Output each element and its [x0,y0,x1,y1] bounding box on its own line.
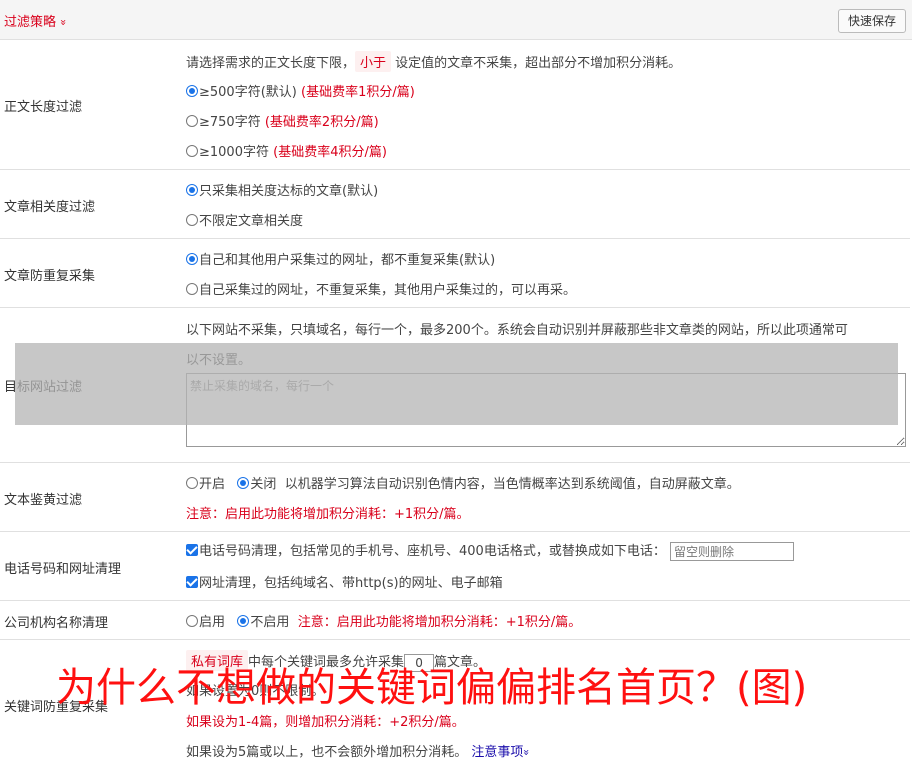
org-off-option[interactable]: 不启用 [237,615,289,630]
radio-1000-icon[interactable] [186,145,198,157]
relevance-option-any[interactable]: 不限定文章相关度 [186,210,303,229]
porn-filter-desc: 以机器学习算法自动识别色情内容，当色情概率达到系统阈值，自动屏蔽文章。 [284,477,740,492]
porn-filter-label: 文本鉴黄过滤 [4,493,83,508]
radio-porn-off-icon[interactable] [237,477,250,489]
phone-clean-option: 电话号码清理，包括常见的手机号、座机号、400电话格式，或替换成如下电话： [186,540,794,561]
phone-clean-row: 电话号码和网址清理 电话号码清理，包括常见的手机号、座机号、400电话格式，或替… [0,532,910,601]
porn-filter-options: 开启 关闭 以机器学习算法自动识别色情内容，当色情概率达到系统阈值，自动屏蔽文章… [186,473,740,492]
phone-clean-checkbox[interactable] [186,544,198,556]
org-clean-options: 启用 不启用 注意：启用此功能将增加积分消耗：+1积分/篇。 [186,611,581,630]
url-clean-option: 网址清理，包括纯域名、带http(s)的网址、电子邮箱 [186,572,503,591]
org-clean-row: 公司机构名称清理 启用 不启用 注意：启用此功能将增加积分消耗：+1积分/篇。 [0,601,910,640]
radio-strict-icon[interactable] [186,184,198,196]
length-option-500[interactable]: ≥500字符(默认) (基础费率1积分/篇) [186,81,415,100]
radio-any-icon[interactable] [186,214,198,226]
duplicate-filter-label: 文章防重复采集 [4,269,96,284]
length-filter-desc: 请选择需求的正文长度下限， 小于 设定值的文章不采集，超出部分不增加积分消耗。 [186,51,681,72]
radio-org-on-icon[interactable] [186,615,198,627]
url-clean-checkbox[interactable] [186,576,198,588]
keyword-dedup-line1: 私有词库 中每个关键词最多允许采集 0 篇文章。 [186,650,486,672]
keyword-dedup-note: 如果设为1-4篇，则增加积分消耗：+2积分/篇。 [186,715,465,730]
replacement-phone-input[interactable] [669,542,794,561]
keyword-dedup-label: 关键词防重复采集 [4,700,109,715]
site-filter-row: 目标网站过滤 以下网站不采集，只填域名，每行一个，最多200个。系统会自动识别并… [0,308,910,463]
less-than-tag: 小于 [355,51,392,72]
section-title[interactable]: 过滤策略» [4,11,70,30]
keyword-dedup-line4: 如果设为5篇或以上，也不会额外增加积分消耗。 注意事项» [186,745,534,760]
section-title-text: 过滤策略 [4,15,57,30]
chevron-down-icon: » [520,749,534,756]
length-option-750[interactable]: ≥750字符 (基础费率2积分/篇) [186,111,379,130]
org-on-option[interactable]: 启用 [186,615,225,630]
org-clean-note: 注意：启用此功能将增加积分消耗：+1积分/篇。 [297,615,582,630]
site-filter-label: 目标网站过滤 [4,380,83,395]
duplicate-option-global[interactable]: 自己和其他用户采集过的网址，都不重复采集(默认) [186,249,495,268]
porn-filter-row: 文本鉴黄过滤 开启 关闭 以机器学习算法自动识别色情内容，当色情概率达到系统阈值… [0,463,910,532]
length-filter-label: 正文长度过滤 [4,100,83,115]
porn-on-option[interactable]: 开启 [186,477,225,492]
private-lexicon-tag[interactable]: 私有词库 [186,650,249,671]
relevance-filter-row: 文章相关度过滤 只采集相关度达标的文章(默认) 不限定文章相关度 [0,170,910,239]
blocked-domains-textarea[interactable] [186,373,906,447]
duplicate-filter-row: 文章防重复采集 自己和其他用户采集过的网址，都不重复采集(默认) 自己采集过的网… [0,239,910,308]
porn-filter-note: 注意：启用此功能将增加积分消耗：+1积分/篇。 [186,507,470,522]
keyword-dedup-row: 关键词防重复采集 私有词库 中每个关键词最多允许采集 0 篇文章。 如果设置为0则不限… [0,640,910,768]
max-articles-input[interactable]: 0 [404,653,435,672]
chevron-down-icon: » [56,19,70,26]
radio-org-off-icon[interactable] [237,615,250,627]
site-filter-desc-1: 以下网站不采集，只填域名，每行一个，最多200个。系统会自动识别并屏蔽那些非文章… [186,323,848,338]
relevance-filter-label: 文章相关度过滤 [4,200,96,215]
duplicate-option-self[interactable]: 自己采集过的网址，不重复采集，其他用户采集过的，可以再采。 [186,279,576,298]
relevance-option-strict[interactable]: 只采集相关度达标的文章(默认) [186,180,378,199]
radio-750-icon[interactable] [186,115,198,127]
length-option-1000[interactable]: ≥1000字符 (基础费率4积分/篇) [186,141,387,160]
phone-clean-label: 电话号码和网址清理 [4,562,122,577]
radio-500-icon[interactable] [186,85,198,97]
porn-off-option[interactable]: 关闭 [237,477,276,492]
radio-self-icon[interactable] [186,283,198,295]
filter-strategy-header: 过滤策略» 快速保存 [0,0,912,40]
site-filter-desc-2: 以不设置。 [186,353,252,368]
keyword-dedup-line2: 如果设置为0则不限制。 [186,684,325,699]
length-filter-row: 正文长度过滤 请选择需求的正文长度下限， 小于 设定值的文章不采集，超出部分不增加… [0,40,910,170]
radio-porn-on-icon[interactable] [186,477,198,489]
quick-save-button[interactable]: 快速保存 [837,9,906,33]
radio-global-icon[interactable] [186,253,198,265]
org-clean-label: 公司机构名称清理 [4,616,109,631]
notes-link[interactable]: 注意事项» [471,745,534,760]
